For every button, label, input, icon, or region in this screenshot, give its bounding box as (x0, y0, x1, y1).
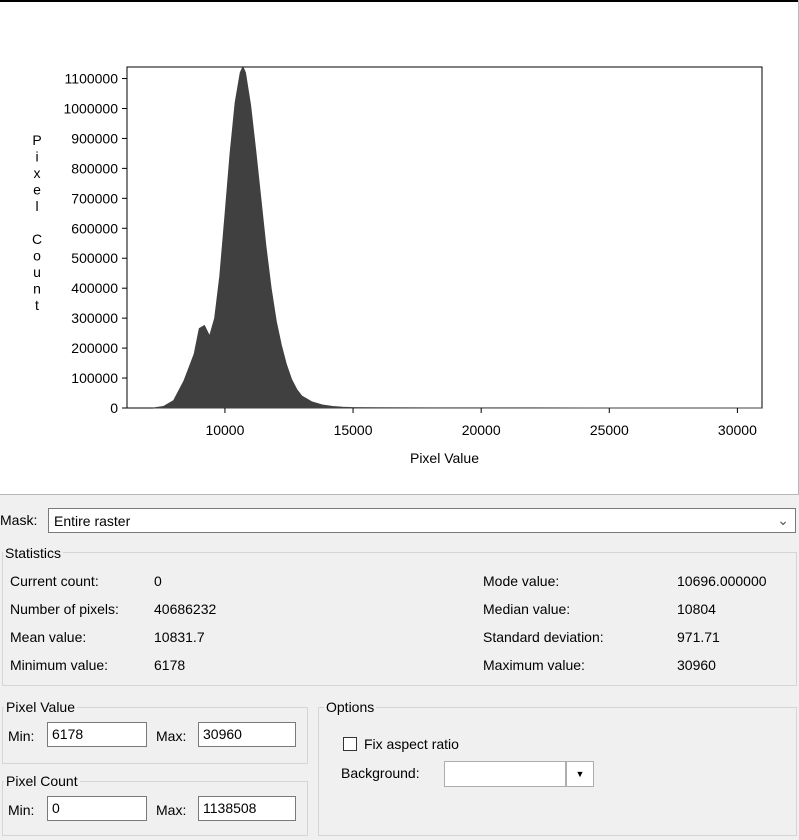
pixel-value-max-label: Max: (156, 728, 187, 744)
background-color-swatch[interactable] (444, 761, 566, 787)
background-label: Background: (341, 765, 420, 781)
y-axis-label-char: i (35, 149, 38, 165)
y-tick-label: 400000 (71, 280, 118, 296)
background-dropdown-button[interactable]: ▼ (566, 761, 594, 787)
stddev-value: 971.71 (677, 629, 720, 645)
pixel-count-min-input[interactable]: 0 (47, 796, 147, 821)
pixel-count-title: Pixel Count (4, 773, 80, 789)
x-tick-label: 30000 (718, 422, 757, 438)
y-axis-label-char: e (33, 182, 41, 198)
mode-value: 10696.000000 (677, 573, 767, 589)
histogram-chart: 0 100000 200000 300000 400000 500000 600000 700… (0, 0, 798, 466)
x-tick-label: 25000 (590, 422, 629, 438)
num-pixels-label: Number of pixels: (10, 601, 119, 617)
y-tick-label: 1000000 (63, 100, 118, 116)
y-axis-label-char: o (33, 248, 41, 264)
y-axis-label-char: C (32, 231, 42, 247)
x-tick-label: 20000 (462, 422, 501, 438)
y-axis-label-char: n (33, 281, 41, 297)
y-axis-label-char: l (35, 198, 38, 214)
mask-value: Entire raster (54, 513, 131, 529)
y-tick-label: 600000 (71, 220, 118, 236)
options-title: Options (324, 699, 377, 715)
histogram-panel: 0 100000 200000 300000 400000 500000 600000 700… (0, 0, 799, 495)
mean-label: Mean value: (10, 629, 87, 645)
y-tick-label: 200000 (71, 340, 118, 356)
y-tick-label: 800000 (71, 160, 118, 176)
pixel-count-max-label: Max: (156, 802, 187, 818)
median-value: 10804 (677, 601, 716, 617)
pixel-value-min-input[interactable]: 6178 (47, 722, 147, 747)
mask-label: Mask: (0, 512, 38, 528)
current-count-label: Current count: (10, 573, 99, 589)
mode-label: Mode value: (483, 573, 560, 589)
pixel-value-max-input[interactable]: 30960 (198, 722, 296, 747)
y-tick-label: 700000 (71, 190, 118, 206)
y-tick-label: 0 (110, 400, 118, 416)
y-tick-label: 500000 (71, 250, 118, 266)
current-count-value: 0 (154, 573, 162, 589)
mask-dropdown[interactable]: Entire raster ⌄ (48, 508, 796, 533)
fix-aspect-label: Fix aspect ratio (364, 736, 459, 752)
pixel-value-min-label: Min: (8, 728, 35, 744)
y-axis-label-char: P (32, 132, 41, 148)
max-value-label: Maximum value: (483, 657, 585, 673)
stddev-label: Standard deviation: (483, 629, 604, 645)
pixel-count-min-label: Min: (8, 802, 35, 818)
min-value-label: Minimum value: (10, 657, 109, 673)
x-tick-label: 10000 (205, 422, 244, 438)
statistics-title: Statistics (3, 545, 64, 561)
fix-aspect-checkbox[interactable] (343, 737, 357, 751)
y-axis-label-char: u (33, 264, 41, 280)
mean-value: 10831.7 (154, 629, 205, 645)
y-tick-label: 300000 (71, 310, 118, 326)
y-tick-label: 100000 (71, 370, 118, 386)
num-pixels-value: 40686232 (154, 601, 217, 617)
x-axis-label: Pixel Value (410, 450, 479, 466)
y-tick-label: 1100000 (65, 71, 119, 87)
pixel-value-title: Pixel Value (4, 699, 78, 715)
min-value-value: 6178 (154, 657, 186, 673)
y-tick-label: 900000 (71, 130, 118, 146)
max-value-value: 30960 (677, 657, 716, 673)
chevron-down-icon: ⌄ (777, 512, 789, 528)
median-label: Median value: (483, 601, 571, 617)
y-axis-label-char: t (35, 297, 39, 313)
x-tick-label: 15000 (334, 422, 373, 438)
y-axis-label-char: x (34, 165, 41, 181)
pixel-count-max-input[interactable]: 1138508 (198, 796, 296, 821)
